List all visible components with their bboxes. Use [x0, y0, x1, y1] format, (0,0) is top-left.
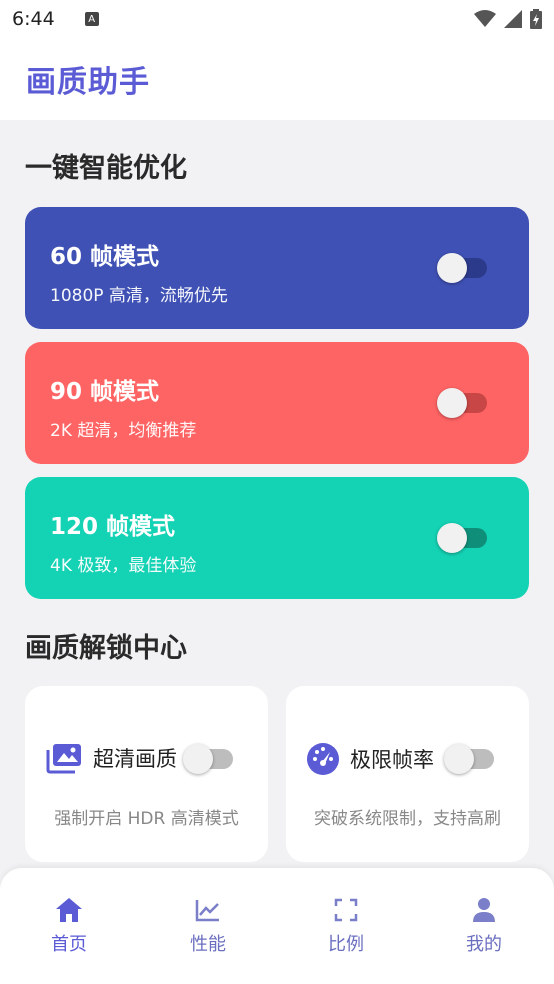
feature-card-extreme-fps: 极限帧率 突破系统限制，支持高刷 — [286, 686, 529, 862]
mode-title: 60 帧模式 — [50, 244, 160, 270]
a-icon: A — [84, 12, 99, 26]
toggle-thumb — [437, 253, 467, 283]
bottom-navigation: 首页 性能 比例 我的 — [0, 868, 554, 984]
battery-charging-icon — [530, 9, 542, 29]
nav-label: 首页 — [51, 934, 87, 955]
status-time: 6:44 — [12, 8, 55, 30]
app-title: 画质助手 — [26, 65, 150, 100]
feature-description: 突破系统限制，支持高刷 — [314, 809, 501, 829]
photo-library-icon — [46, 744, 81, 774]
nav-item-performance[interactable]: 性能 — [168, 896, 248, 956]
section-title-smart-optimize: 一键智能优化 — [25, 153, 187, 184]
mode-120fps-toggle[interactable] — [437, 521, 489, 553]
mode-card-120fps[interactable]: 120 帧模式 4K 极致，最佳体验 — [25, 477, 529, 599]
mode-subtitle: 2K 超清，均衡推荐 — [50, 421, 197, 441]
home-icon — [56, 898, 82, 922]
nav-label: 性能 — [190, 934, 226, 955]
section-title-unlock-center: 画质解锁中心 — [25, 633, 187, 664]
feature-label: 极限帧率 — [350, 748, 434, 772]
nav-item-ratio[interactable]: 比例 — [306, 896, 386, 956]
feature-label: 超清画质 — [93, 747, 177, 771]
feature-card-ultra-hd: 超清画质 强制开启 HDR 高清模式 — [25, 686, 268, 862]
ultra-hd-toggle[interactable] — [183, 742, 235, 774]
mode-title: 120 帧模式 — [50, 514, 176, 540]
toggle-thumb — [444, 744, 474, 774]
chart-line-icon — [195, 900, 219, 922]
person-icon — [473, 898, 495, 922]
mode-subtitle: 1080P 高清，流畅优先 — [50, 286, 228, 306]
nav-item-home[interactable]: 首页 — [29, 896, 109, 956]
status-bar: 6:44 A — [0, 0, 554, 38]
wifi-icon — [474, 10, 496, 27]
fullscreen-icon — [334, 898, 358, 922]
nav-item-mine[interactable]: 我的 — [444, 896, 524, 956]
speedometer-icon — [307, 743, 339, 775]
toggle-thumb — [183, 744, 213, 774]
feature-description: 强制开启 HDR 高清模式 — [54, 809, 239, 829]
toggle-thumb — [437, 523, 467, 553]
mode-title: 90 帧模式 — [50, 379, 160, 405]
extreme-fps-toggle[interactable] — [444, 742, 496, 774]
mode-60fps-toggle[interactable] — [437, 251, 489, 283]
feature-header: 超清画质 — [45, 742, 177, 774]
mode-subtitle: 4K 极致，最佳体验 — [50, 556, 197, 576]
app-bar: 画质助手 — [0, 38, 554, 120]
mode-90fps-toggle[interactable] — [437, 386, 489, 418]
cell-signal-icon — [504, 10, 522, 28]
status-icons — [474, 9, 542, 29]
mode-card-60fps[interactable]: 60 帧模式 1080P 高清，流畅优先 — [25, 207, 529, 329]
feature-header: 极限帧率 — [306, 742, 434, 776]
nav-label: 比例 — [328, 934, 364, 955]
mode-card-90fps[interactable]: 90 帧模式 2K 超清，均衡推荐 — [25, 342, 529, 464]
toggle-thumb — [437, 388, 467, 418]
nav-label: 我的 — [466, 934, 502, 955]
